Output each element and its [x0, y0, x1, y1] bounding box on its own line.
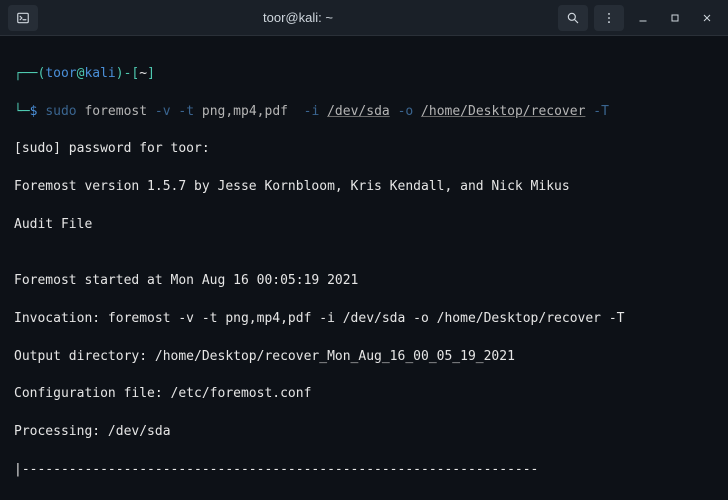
prompt-host: kali	[84, 66, 115, 81]
divider-line: |---------------------------------------…	[14, 461, 714, 480]
prompt-decor2: )-[	[116, 66, 139, 81]
close-button[interactable]	[694, 5, 720, 31]
started-line: Foremost started at Mon Aug 16 00:05:19 …	[14, 272, 714, 291]
flag-t: -t	[178, 104, 194, 119]
prompt-decor4: └─	[14, 104, 30, 119]
flag-T: -T	[593, 104, 609, 119]
arg-device: /dev/sda	[327, 104, 390, 119]
titlebar: toor@kali: ~	[0, 0, 728, 36]
menu-button[interactable]	[594, 5, 624, 31]
prompt-user: toor	[45, 66, 76, 81]
outdir-line: Output directory: /home/Desktop/recover_…	[14, 348, 714, 367]
maximize-button[interactable]	[662, 5, 688, 31]
maximize-icon	[669, 12, 681, 24]
flag-i: -i	[304, 104, 320, 119]
window-title: toor@kali: ~	[38, 10, 558, 25]
processing-line: Processing: /dev/sda	[14, 423, 714, 442]
version-line: Foremost version 1.5.7 by Jesse Kornbloo…	[14, 178, 714, 197]
prompt-decor3: ]	[147, 66, 155, 81]
search-button[interactable]	[558, 5, 588, 31]
prompt-sigil: $	[30, 104, 46, 119]
prompt-cwd: ~	[139, 66, 147, 81]
conf-line: Configuration file: /etc/foremost.conf	[14, 385, 714, 404]
close-icon	[701, 12, 713, 24]
terminal-icon	[16, 11, 30, 25]
terminal-body[interactable]: ┌──(toor@kali)-[~] └─$ sudo foremost -v …	[0, 36, 728, 500]
minimize-button[interactable]	[630, 5, 656, 31]
prompt-decor: ┌──(	[14, 66, 45, 81]
search-icon	[566, 11, 580, 25]
flag-v: -v	[155, 104, 171, 119]
flag-o: -o	[398, 104, 414, 119]
minimize-icon	[637, 12, 649, 24]
prompt-line-1: ┌──(toor@kali)-[~]	[14, 65, 714, 84]
invocation-line: Invocation: foremost -v -t png,mp4,pdf -…	[14, 310, 714, 329]
audit-line: Audit File	[14, 216, 714, 235]
app-icon-button[interactable]	[8, 5, 38, 31]
cmd-name: foremost	[84, 104, 154, 119]
cmd-sudo: sudo	[45, 104, 84, 119]
kebab-icon	[602, 11, 616, 25]
prompt-line-2: └─$ sudo foremost -v -t png,mp4,pdf -i /…	[14, 103, 714, 122]
arg-output: /home/Desktop/recover	[421, 104, 585, 119]
sudo-password-line: [sudo] password for toor:	[14, 140, 714, 159]
